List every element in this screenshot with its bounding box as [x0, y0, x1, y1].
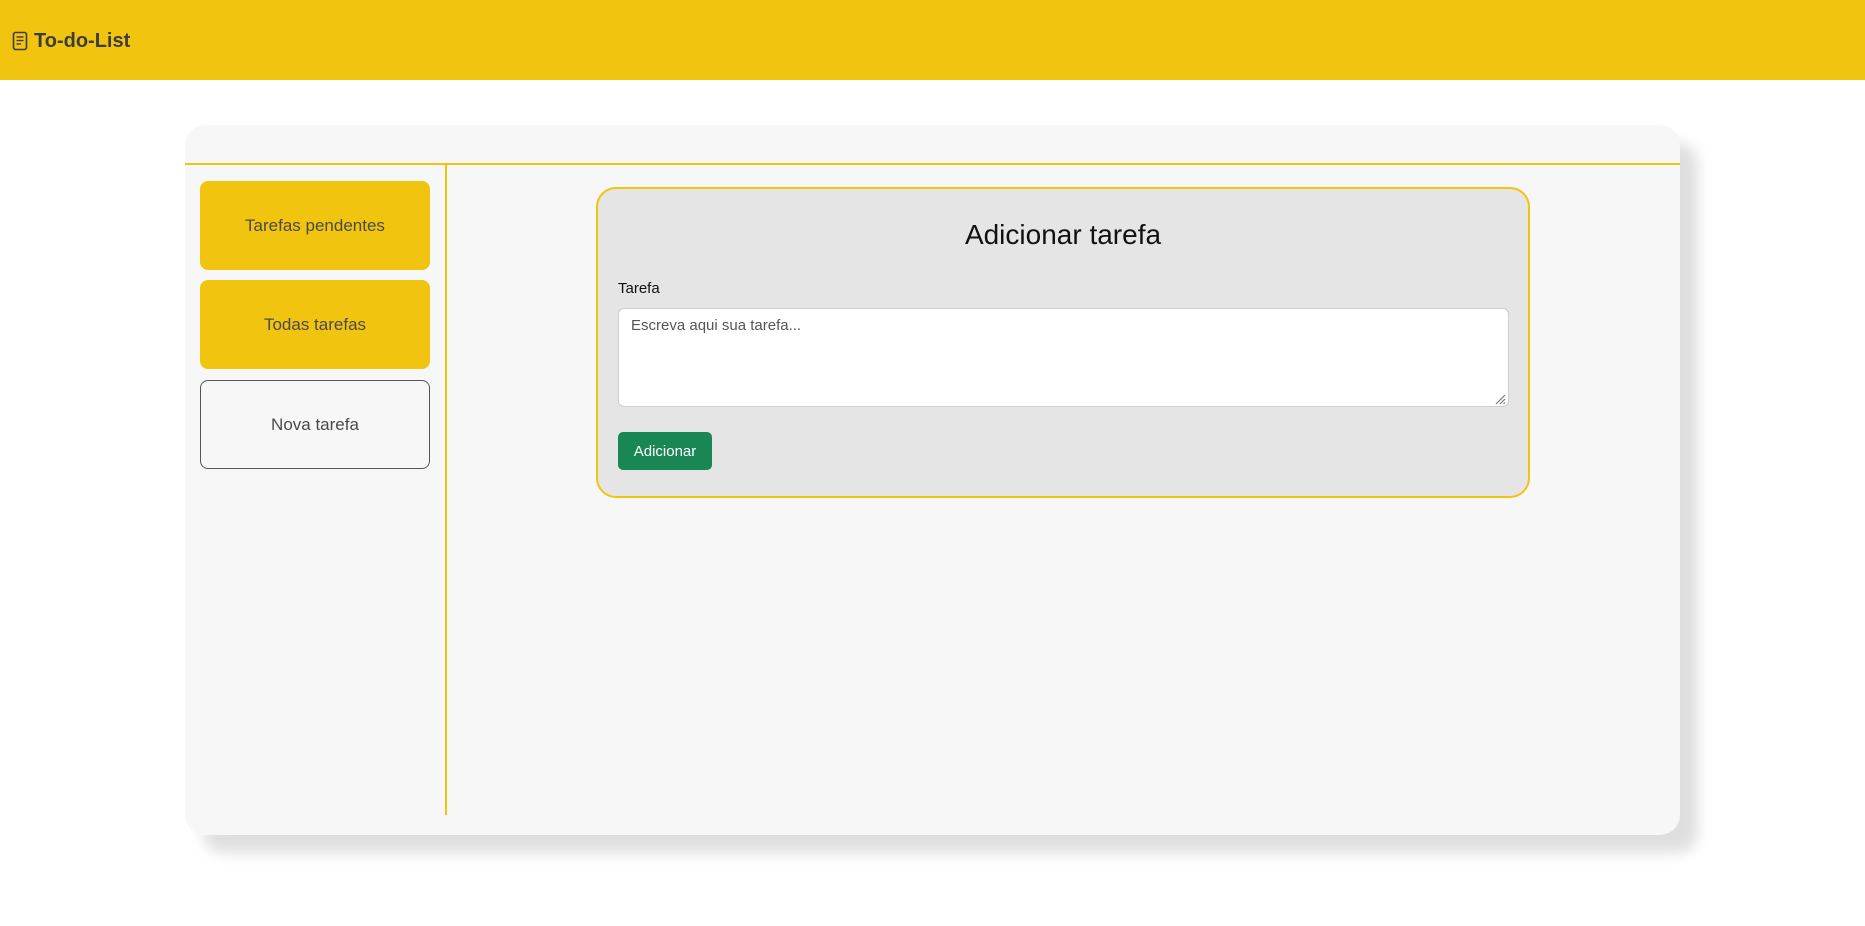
sidebar-item-label: Tarefas pendentes	[245, 215, 385, 235]
card-title: Adicionar tarefa	[964, 219, 1162, 250]
add-task-button[interactable]: Adicionar	[618, 432, 712, 470]
sidebar-item-new-task[interactable]: Nova tarefa	[200, 380, 430, 469]
sidebar-divider	[445, 165, 447, 815]
sidebar-item-label: Todas tarefas	[263, 314, 367, 334]
document-icon	[12, 31, 28, 51]
task-textarea[interactable]	[618, 308, 1509, 407]
sidebar-item-pending-tasks[interactable]: Tarefas pendentes	[200, 181, 430, 270]
add-task-card: Adicionar tarefa Tarefa Adicionar	[596, 187, 1530, 498]
resize-grip-icon[interactable]	[1494, 392, 1506, 405]
top-navbar: To-do-List	[0, 0, 1865, 80]
panel-header-divider	[185, 163, 1680, 165]
task-field-label: Tarefa	[618, 280, 660, 297]
brand[interactable]: To-do-List	[12, 28, 130, 54]
main-panel: Tarefas pendentes Todas tarefas Nova tar…	[185, 125, 1680, 835]
sidebar-item-label: Nova tarefa	[271, 414, 359, 434]
sidebar-item-all-tasks[interactable]: Todas tarefas	[200, 280, 430, 369]
brand-title: To-do-List	[34, 29, 131, 52]
